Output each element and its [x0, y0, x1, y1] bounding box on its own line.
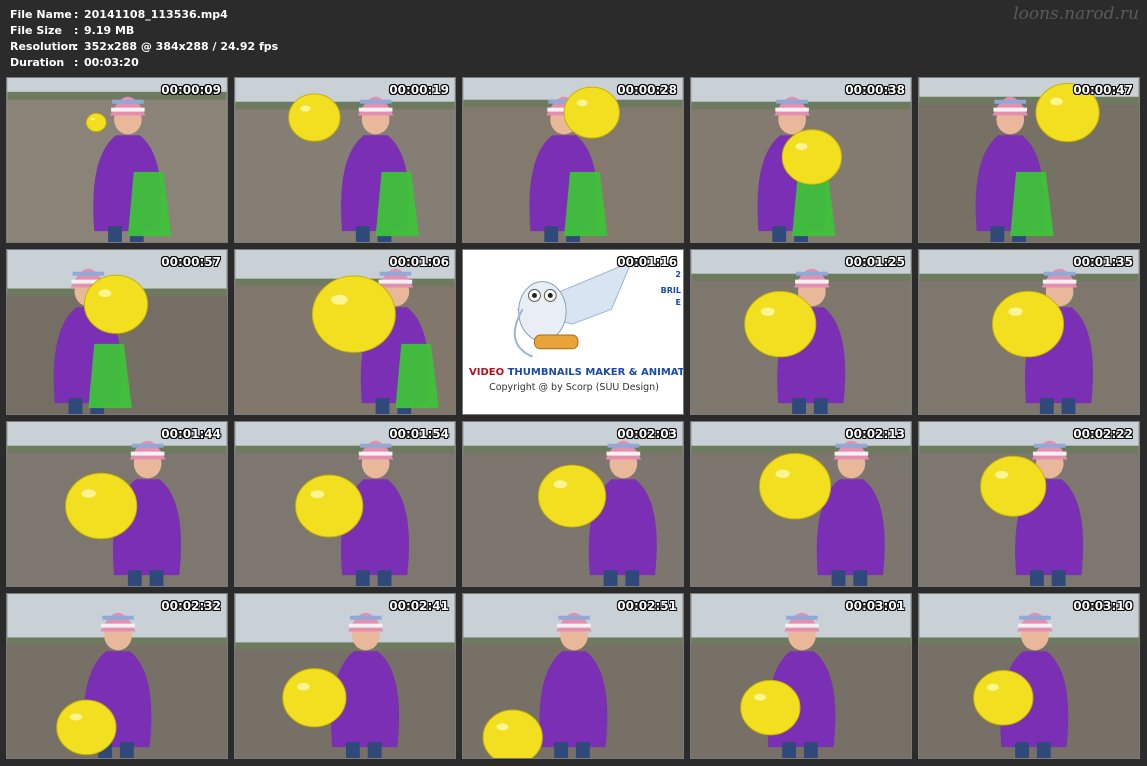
video-frame-image — [463, 594, 683, 758]
video-frame-image — [7, 422, 227, 586]
file-size-value: 9.19 MB — [84, 24, 135, 37]
file-info-header: File Name : 20141108_113536.mp4 File Siz… — [10, 7, 278, 71]
info-label: Resolution — [10, 40, 77, 53]
site-watermark: loons.narod.ru — [1013, 4, 1139, 24]
video-frame-image — [7, 78, 227, 242]
thumbnail-timestamp: 00:01:35 — [1073, 255, 1133, 269]
video-frame-image — [919, 78, 1139, 242]
info-label: File Size — [10, 24, 62, 37]
file-name-value: 20141108_113536.mp4 — [84, 8, 228, 21]
info-label: Duration — [10, 56, 65, 69]
video-thumbnail[interactable]: 00:02:41 — [234, 593, 456, 759]
thumbnail-timestamp: 00:00:38 — [845, 83, 905, 97]
thumbnail-timestamp: 00:00:47 — [1073, 83, 1133, 97]
thumbnail-timestamp: 00:00:57 — [161, 255, 221, 269]
video-thumbnail[interactable]: 00:00:57 — [6, 249, 228, 415]
video-frame-image — [691, 594, 911, 758]
video-thumbnail[interactable]: 00:02:32 — [6, 593, 228, 759]
video-frame-image — [463, 422, 683, 586]
video-frame-image — [463, 78, 683, 242]
video-thumbnail[interactable]: 00:00:28 — [462, 77, 684, 243]
thumbnail-timestamp: 00:02:41 — [389, 599, 449, 613]
duration-value: 00:03:20 — [84, 56, 139, 69]
video-thumbnail[interactable]: 00:02:13 — [690, 421, 912, 587]
video-thumbnail[interactable]: 00:01:06 — [234, 249, 456, 415]
logo-side-text: 2 — [675, 270, 681, 279]
logo-copyright: Copyright @ by Scorp (SUU Design) — [489, 382, 659, 393]
thumbnail-timestamp: 00:01:16 — [617, 255, 677, 269]
logo-title-part2: THUMBNAILS MAKER & ANIMATOR — [507, 367, 684, 378]
video-frame-image — [691, 78, 911, 242]
video-thumbnail[interactable]: 00:01:35 — [918, 249, 1140, 415]
logo-side-text: E — [675, 298, 681, 307]
thumbnail-timestamp: 00:01:06 — [389, 255, 449, 269]
video-thumbnail[interactable]: 00:00:19 — [234, 77, 456, 243]
thumbnail-grid: 00:00:09 00:00:19 00:00:28 00:00:38 00:00:47… — [6, 77, 1140, 759]
thumbnail-timestamp: 00:02:32 — [161, 599, 221, 613]
info-colon: : — [74, 56, 79, 69]
video-frame-image — [919, 422, 1139, 586]
video-thumbnail[interactable]: 00:02:03 — [462, 421, 684, 587]
thumbnail-timestamp: 00:01:25 — [845, 255, 905, 269]
thumbnail-timestamp: 00:03:01 — [845, 599, 905, 613]
video-frame-image — [919, 594, 1139, 758]
video-frame-image — [235, 78, 455, 242]
video-frame-image — [7, 250, 227, 414]
info-row-resolution: Resolution : 352x288 @ 384x288 / 24.92 f… — [10, 39, 278, 55]
logo-title: VIDEO THUMBNAILS MAKER & ANIMATOR — [469, 367, 684, 378]
video-thumbnail[interactable]: 00:03:01 — [690, 593, 912, 759]
thumbnail-timestamp: 00:00:19 — [389, 83, 449, 97]
info-colon: : — [74, 40, 79, 53]
video-thumbnail[interactable]: 00:00:38 — [690, 77, 912, 243]
thumbnail-timestamp: 00:02:13 — [845, 427, 905, 441]
thumbnail-timestamp: 00:01:54 — [389, 427, 449, 441]
video-thumbnail[interactable]: 00:02:22 — [918, 421, 1140, 587]
video-frame-image — [235, 422, 455, 586]
video-thumbnail[interactable]: 00:02:51 — [462, 593, 684, 759]
app-logo-thumbnail[interactable]: VIDEO THUMBNAILS MAKER & ANIMATOR Copyrig… — [462, 249, 684, 415]
info-label: File Name — [10, 8, 72, 21]
info-row-duration: Duration : 00:03:20 — [10, 55, 278, 71]
video-frame-image — [235, 250, 455, 414]
thumbnail-timestamp: 00:03:10 — [1073, 599, 1133, 613]
video-thumbnail[interactable]: 00:01:25 — [690, 249, 912, 415]
video-frame-image — [7, 594, 227, 758]
thumbnail-timestamp: 00:02:22 — [1073, 427, 1133, 441]
thumbnail-timestamp: 00:02:51 — [617, 599, 677, 613]
thumbnail-timestamp: 00:02:03 — [617, 427, 677, 441]
logo-title-part1: VIDEO — [469, 367, 508, 378]
resolution-value: 352x288 @ 384x288 / 24.92 fps — [84, 40, 279, 53]
thumbnail-timestamp: 00:00:09 — [161, 83, 221, 97]
video-thumbnail[interactable]: 00:01:54 — [234, 421, 456, 587]
video-frame-image — [691, 250, 911, 414]
info-row-file-name: File Name : 20141108_113536.mp4 — [10, 7, 278, 23]
video-frame-image — [919, 250, 1139, 414]
video-thumbnail[interactable]: 00:01:44 — [6, 421, 228, 587]
video-thumbnail[interactable]: 00:03:10 — [918, 593, 1140, 759]
info-colon: : — [74, 24, 79, 37]
thumbnail-timestamp: 00:01:44 — [161, 427, 221, 441]
info-colon: : — [74, 8, 79, 21]
video-frame-image — [235, 594, 455, 758]
info-row-file-size: File Size : 9.19 MB — [10, 23, 278, 39]
logo-side-text: BRIL — [660, 286, 681, 295]
video-thumbnail[interactable]: 00:00:47 — [918, 77, 1140, 243]
thumbnail-timestamp: 00:00:28 — [617, 83, 677, 97]
video-frame-image — [691, 422, 911, 586]
video-thumbnail[interactable]: 00:00:09 — [6, 77, 228, 243]
